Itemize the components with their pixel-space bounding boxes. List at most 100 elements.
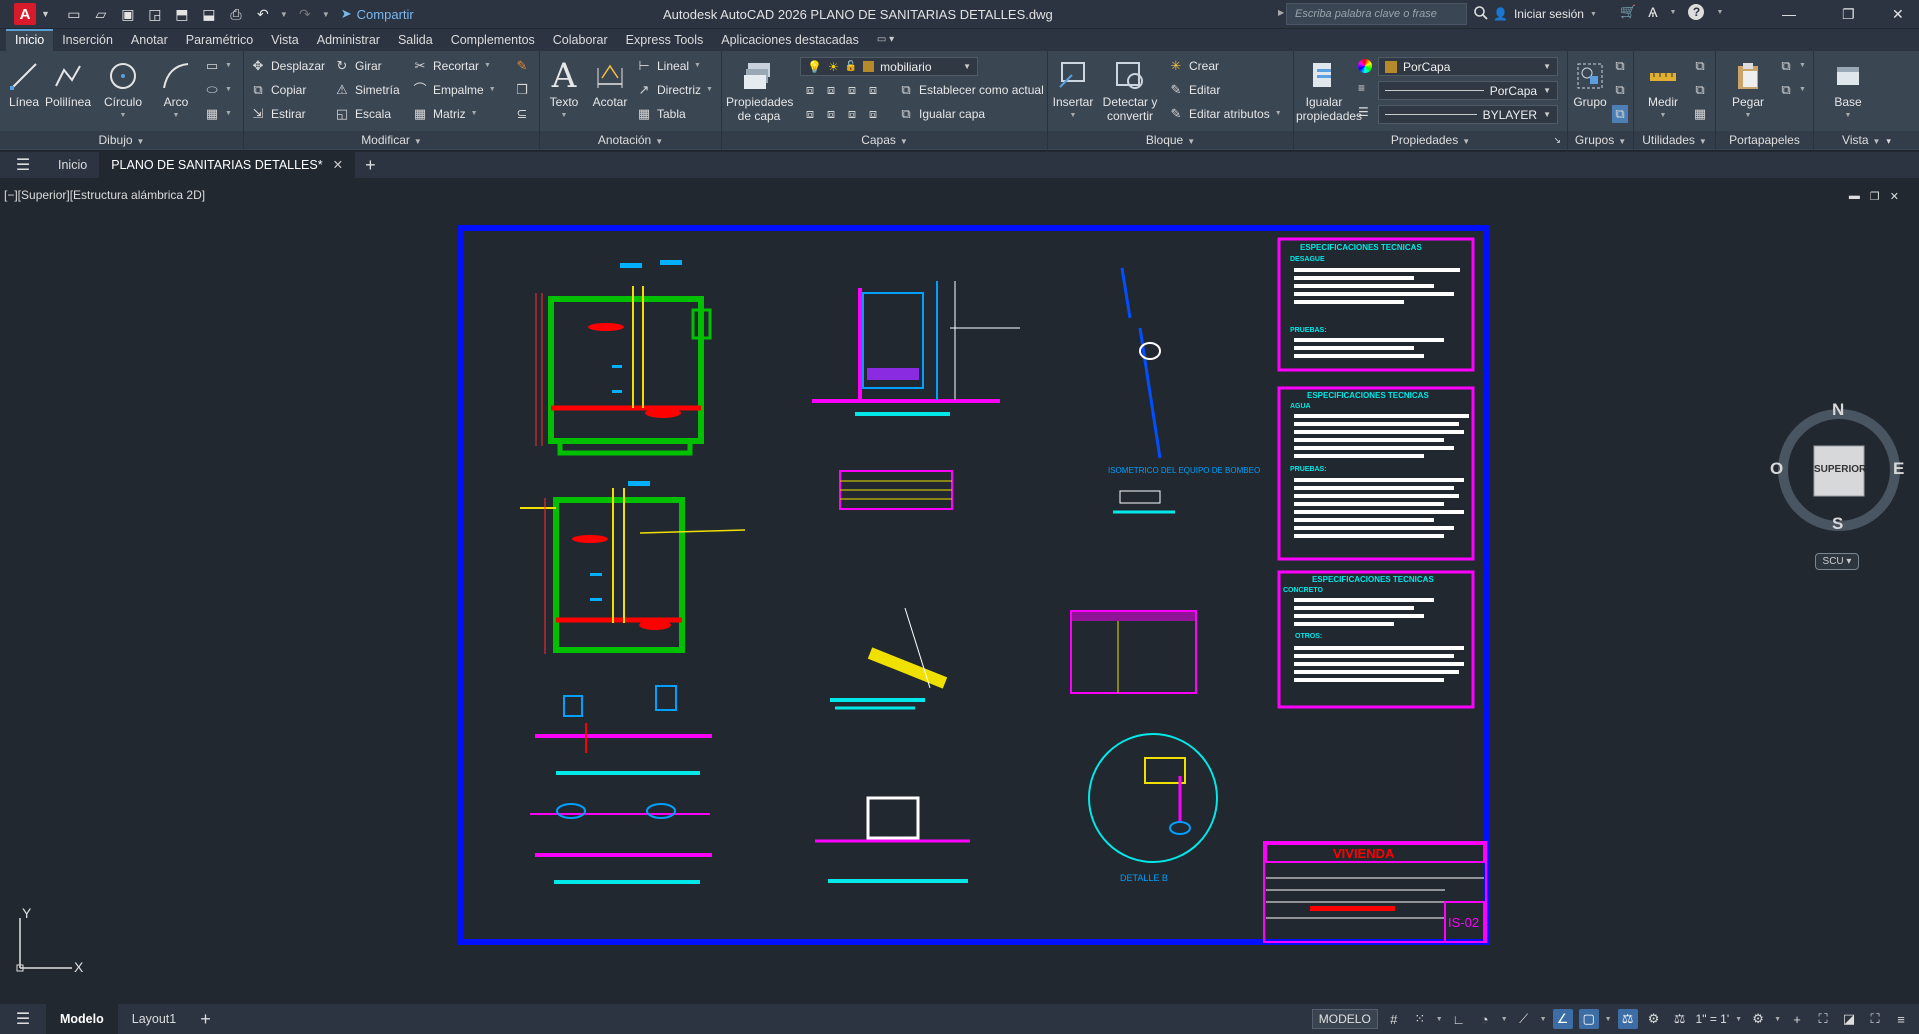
linear-dim-button[interactable]: ⊢ Lineal ▼ [636,57,701,75]
circle-caret-icon[interactable]: ▼ [98,109,148,123]
table-button[interactable]: ▦ Tabla [636,105,686,123]
copy-clip-button[interactable]: ⧉ ▼ [1778,81,1806,99]
undo-caret-icon[interactable]: ▼ [280,10,288,19]
file-tab-active[interactable]: PLANO DE SANITARIAS DETALLES* ✕ [99,152,356,178]
signin-button[interactable]: 👤 Iniciar sesión ▼ [1493,7,1597,21]
fillet-button[interactable]: ⌒ Empalme ▼ [412,81,495,99]
share-button[interactable]: ➤ Compartir [341,6,414,22]
drawing-viewport[interactable]: [−][Superior][Estructura alámbrica 2D] ▬… [0,178,1919,1000]
tab-inicio[interactable]: Inicio [6,29,54,51]
tab-aplicaciones-destacadas[interactable]: Aplicaciones destacadas [712,29,868,51]
group-select-button[interactable]: ⧉ [1612,105,1628,123]
tab-complementos[interactable]: Complementos [442,29,544,51]
arc-button[interactable]: Arco ▼ [154,57,198,123]
annotation-visibility-icon[interactable]: ⚖ [1617,1009,1638,1029]
new-tab-icon[interactable]: + [355,155,386,176]
redo-caret-icon[interactable]: ▼ [322,10,330,19]
cart-icon[interactable]: 🛒 [1620,4,1636,20]
lineweight-dropdown[interactable]: BYLAYER ▼ [1378,105,1558,124]
search-caret-icon[interactable]: ▶ [1278,8,1284,17]
app-menu-caret-icon[interactable]: ▼ [41,9,50,19]
search-icon[interactable] [1473,5,1489,24]
quick-select-button[interactable]: ⧉ [1692,57,1708,75]
compass-north[interactable]: N [1832,400,1844,420]
panel-title-vista[interactable]: Vista ▼ ▾ [1814,131,1919,149]
ortho-icon[interactable]: ∟ [1449,1009,1469,1029]
layer-dropdown[interactable]: 💡 ☀ 🔓 mobiliario ▼ [800,57,978,76]
tab-anotar[interactable]: Anotar [122,29,177,51]
open-folder-icon[interactable]: ▱ [91,4,111,24]
group-edit-button[interactable]: ⧉ [1612,81,1628,99]
rotate-button[interactable]: ↻ Girar [334,57,382,75]
undo-icon[interactable]: ↶ [253,4,273,24]
leader-button[interactable]: ↗ Directriz ▼ [636,81,713,99]
text-button[interactable]: A Texto ▼ [544,57,584,123]
group-button[interactable]: Grupo [1570,57,1610,109]
measure-button[interactable]: Medir ▼ [1642,57,1684,123]
layout1-tab[interactable]: Layout1 [118,1004,190,1034]
color-dropdown[interactable]: PorCapa ▼ [1378,57,1558,76]
autodesk-a360-icon[interactable]: Ѧ [1648,4,1657,20]
new-layout-icon[interactable]: + [190,1009,221,1030]
set-current-button[interactable]: ⧉ Establecer como actual [898,81,1043,99]
layer-tools-row1[interactable]: ⧈ ⧈ ⧈ ⧈ [802,81,881,99]
save-icon[interactable]: ▣ [118,4,138,24]
cut-button[interactable]: ⧉ ▼ [1778,57,1806,75]
add-scale-icon[interactable]: + [1787,1009,1807,1029]
polar-icon[interactable]: ◔ [1475,1009,1495,1029]
linetype-dropdown[interactable]: PorCapa ▼ [1378,81,1558,100]
isolate-objects-icon[interactable]: ◪ [1839,1009,1859,1029]
fullscreen-icon[interactable]: ⛶ [1865,1009,1885,1029]
tab-parametrico[interactable]: Paramétrico [177,29,262,51]
panel-title-modificar[interactable]: Modificar ▼ [244,131,539,149]
calculator-button[interactable]: ▦ [1692,105,1708,123]
insert-button[interactable]: Insertar ▼ [1050,57,1096,123]
object-snap-tracking-icon[interactable]: ∠ [1552,1009,1573,1029]
polyline-button[interactable]: Polilínea [44,57,92,109]
edit-block-button[interactable]: ✎ Editar [1168,81,1221,99]
hatch-pattern-button[interactable]: ▦ ▼ [204,105,232,123]
object-snap-icon[interactable]: ▢ [1578,1009,1599,1029]
compass-east[interactable]: E [1893,459,1904,479]
customization-icon[interactable]: ≡ [1891,1009,1911,1029]
panel-title-propiedades[interactable]: Propiedades ▼ ↘ [1294,131,1567,149]
redo-icon[interactable]: ↷ [295,4,315,24]
search-input[interactable]: Escriba palabra clave o frase [1286,3,1467,25]
hardware-acceleration-icon[interactable]: ⛶ [1813,1009,1833,1029]
tab-salida[interactable]: Salida [389,29,442,51]
hatch-button[interactable]: ⬭ ▼ [204,81,232,99]
layer-properties-button[interactable]: Propiedades de capa [726,57,793,123]
compass-west[interactable]: O [1770,459,1783,479]
dimension-button[interactable]: Acotar [588,57,632,109]
array-button[interactable]: ▦ Matriz ▼ [412,105,478,123]
tab-insercion[interactable]: Inserción [53,29,122,51]
panel-title-anotacion[interactable]: Anotación ▼ [540,131,721,149]
scale-button[interactable]: ◱ Escala [334,105,391,123]
erase-button[interactable]: ✎ [514,57,530,75]
circle-button[interactable]: Círculo ▼ [98,57,148,123]
rectangle-button[interactable]: ▭ ▼ [204,57,232,75]
panel-title-grupos[interactable]: Grupos ▼ [1568,131,1633,149]
copy-button[interactable]: ⧉ Copiar [250,81,306,99]
base-button[interactable]: Base ▼ [1828,57,1868,123]
panel-title-utilidades[interactable]: Utilidades ▼ [1634,131,1715,149]
a360-caret-icon[interactable]: ▼ [1670,9,1677,16]
tab-vista[interactable]: Vista [262,29,308,51]
panel-title-portapapeles[interactable]: Portapapeles [1716,131,1813,149]
arc-caret-icon[interactable]: ▼ [154,109,198,123]
new-file-icon[interactable]: ▭ [64,4,84,24]
create-block-button[interactable]: ✳ Crear [1168,57,1219,75]
paste-button[interactable]: Pegar ▼ [1728,57,1768,123]
help-icon[interactable]: ? [1688,4,1705,20]
layout-menu-icon[interactable]: ☰ [0,1009,46,1029]
viewcube-face-top[interactable]: SUPERIOR [1814,464,1866,475]
panel-title-dibujo[interactable]: Dibujo ▼ [0,131,243,149]
restore-icon[interactable]: ❐ [1842,6,1855,23]
save-web-icon[interactable]: ⬓ [199,4,219,24]
file-tab-home[interactable]: Inicio [46,152,99,178]
offset-button[interactable]: ⊆ [514,105,530,123]
viewcube[interactable]: N S E O SUPERIOR [1770,400,1904,534]
trim-button[interactable]: ✂ Recortar ▼ [412,57,491,75]
workspace-gear-icon[interactable]: ⚙ [1748,1009,1768,1029]
select-all-button[interactable]: ⧉ [1692,81,1708,99]
